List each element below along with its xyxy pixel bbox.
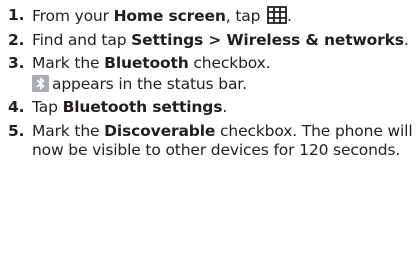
step-text-plain: . (403, 30, 409, 49)
step-text-plain: . (222, 98, 228, 116)
step-text-plain: Find and tap (32, 30, 132, 49)
step-number: 3. (8, 54, 25, 72)
step-2: 2. Find and tap Settings > Wireless & ne… (8, 31, 414, 51)
instruction-steps: 1. From your Home screen, tap . 2. Find … (8, 6, 414, 165)
bluetooth-label: Bluetooth (104, 54, 189, 72)
bluetooth-status-icon (32, 74, 49, 92)
discoverable-label: Discoverable (104, 121, 216, 140)
settings-path-label: Settings > Wireless & networks (131, 30, 404, 49)
step-text-plain: Mark the (32, 54, 105, 72)
step-text: Mark the Bluetooth checkbox. appears in … (32, 54, 414, 94)
step-text: Tap Bluetooth settings. (32, 98, 414, 118)
step-text-plain: checkbox. (188, 54, 271, 72)
step-text-plain: Mark the (32, 121, 105, 140)
step-text-plain: , tap (225, 7, 266, 25)
step-text-plain: . (287, 7, 292, 25)
bluetooth-settings-label: Bluetooth settings (62, 98, 223, 116)
status-bar-note: appears in the status bar. (32, 74, 414, 95)
status-bar-text: appears in the status bar. (52, 74, 247, 93)
step-number: 2. (8, 30, 25, 49)
step-text-plain: From your (32, 7, 114, 25)
step-number: 4. (8, 98, 25, 116)
step-text: From your Home screen, tap . (32, 6, 414, 27)
home-screen-label: Home screen (113, 7, 226, 25)
step-text: Find and tap Settings > Wireless & netwo… (32, 31, 414, 51)
step-number: 1. (8, 6, 25, 24)
step-text: Mark the Discoverable checkbox. The phon… (32, 122, 414, 161)
step-3: 3. Mark the Bluetooth checkbox. appears … (8, 54, 414, 94)
app-grid-icon (267, 6, 287, 24)
step-5: 5. Mark the Discoverable checkbox. The p… (8, 122, 414, 161)
step-text-plain: Tap (32, 98, 63, 116)
step-number: 5. (8, 121, 25, 140)
step-4: 4. Tap Bluetooth settings. (8, 98, 414, 118)
step-1: 1. From your Home screen, tap . (8, 6, 414, 27)
